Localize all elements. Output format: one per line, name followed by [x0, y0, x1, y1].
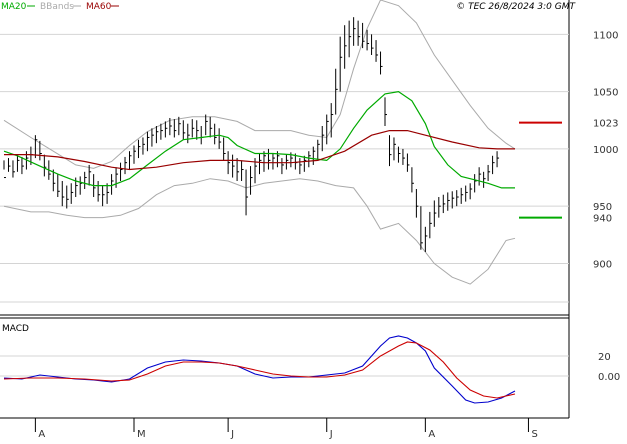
x-tick-label: M — [137, 429, 146, 440]
legend-ma60-label: MA60 — [86, 2, 112, 12]
stock-chart: 900 950 1000 1050 1100 0.00 20 1023 940 A M J J A S… — [0, 0, 627, 440]
macd-tick-label: 20 — [598, 352, 611, 363]
macd-title: MACD — [2, 324, 29, 334]
x-tick-label: J — [329, 429, 333, 440]
x-tick-label: J — [230, 429, 234, 440]
x-tick-label: A — [38, 429, 45, 440]
macd-tick-label: 0.00 — [598, 372, 620, 383]
level-label-940: 940 — [593, 214, 612, 225]
x-tick-label: A — [428, 429, 435, 440]
legend-bbands-label: BBands — [40, 2, 74, 12]
x-tick-label: S — [531, 429, 537, 440]
chart-canvas: 900 950 1000 1050 1100 0.00 20 1023 940 A M J J A S… — [0, 0, 627, 440]
level-label-1023: 1023 — [593, 119, 618, 130]
price-tick-label: 950 — [593, 202, 612, 213]
copyright-text: © TEC 26/8/2024 3:0 GMT — [456, 2, 576, 12]
price-tick-label: 1000 — [593, 145, 618, 156]
price-tick-label: 1050 — [593, 88, 618, 99]
legend: MA20 BBands MA60 — [1, 2, 119, 12]
price-tick-label: 1100 — [593, 30, 618, 41]
legend-ma20-label: MA20 — [1, 2, 27, 12]
price-tick-label: 900 — [593, 259, 612, 270]
